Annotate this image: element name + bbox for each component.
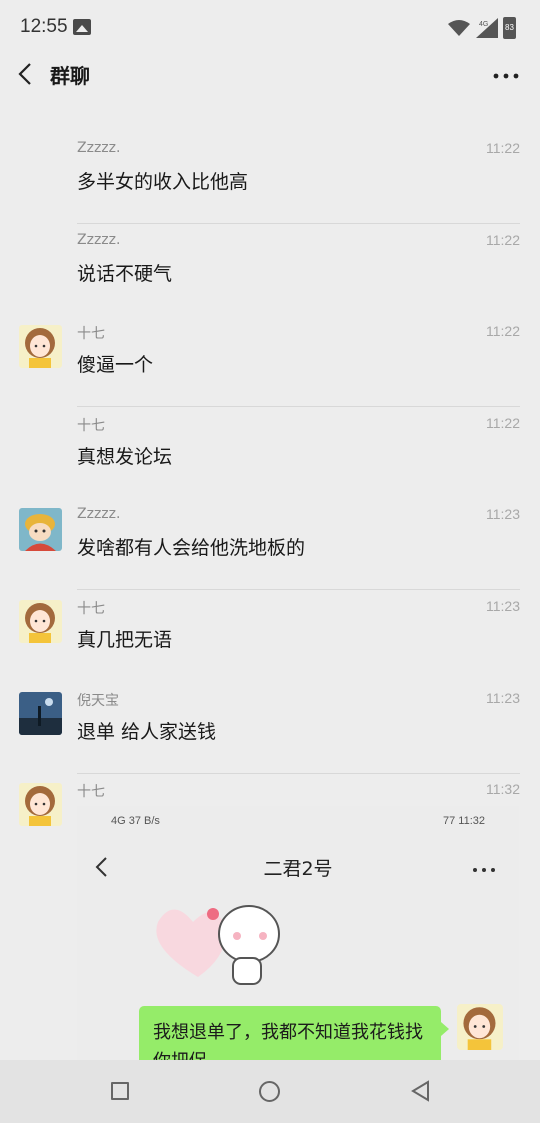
system-back-icon[interactable]	[410, 1080, 430, 1102]
avatar	[457, 1004, 503, 1050]
recent-apps-icon[interactable]	[111, 1082, 129, 1100]
screenshot-status-left: 4G 37 B/s	[111, 815, 160, 827]
message-text: 真几把无语	[77, 629, 173, 651]
message-item[interactable]: 倪天宝 11:23 退单 给人家送钱	[0, 682, 540, 774]
sender-name: 十七	[77, 784, 105, 800]
avatar[interactable]	[19, 600, 62, 643]
screenshot-status-bar: 4G 37 B/s 77 11:32	[77, 806, 519, 838]
message-time: 11:22	[486, 232, 520, 248]
message-time: 11:22	[486, 140, 520, 156]
back-icon[interactable]	[16, 60, 36, 88]
sender-name: Zzzzz.	[77, 232, 121, 248]
chat-title: 群聊	[50, 64, 90, 88]
message-text: 退单 给人家送钱	[77, 721, 217, 743]
home-icon[interactable]	[259, 1081, 280, 1102]
girl-avatar-icon	[457, 1004, 503, 1050]
avatar[interactable]	[19, 325, 62, 368]
message-item[interactable]: 十七 11:22 傻逼一个	[0, 315, 540, 407]
status-icons: 4G 83	[448, 16, 520, 40]
message-time: 11:23	[486, 598, 520, 614]
more-icon	[473, 868, 495, 872]
message-time: 11:23	[486, 506, 520, 522]
sender-name: Zzzzz.	[77, 506, 121, 522]
avatar[interactable]	[19, 692, 62, 735]
message-time: 11:22	[486, 323, 520, 339]
message-text: 说话不硬气	[77, 263, 173, 285]
wifi-icon	[448, 20, 470, 36]
status-bar: 12:55 4G 83	[0, 0, 540, 56]
girl-avatar-icon	[19, 600, 62, 643]
cellular-signal-icon: 4G	[476, 18, 498, 38]
message-time: 11:32	[486, 781, 520, 797]
girl-avatar-icon	[19, 783, 62, 826]
sender-name: 十七	[77, 601, 105, 617]
avatar[interactable]	[19, 783, 62, 826]
message-time: 11:22	[486, 415, 520, 431]
message-item[interactable]: 十七 11:22 真想发论坛	[0, 407, 540, 499]
battery-icon: 83	[503, 17, 516, 39]
screenshot-chat-title: 二君2号	[263, 858, 333, 880]
landscape-avatar-icon	[19, 692, 62, 735]
sender-name: Zzzzz.	[77, 140, 121, 156]
network-type-label: 4G	[479, 21, 488, 28]
message-item[interactable]: Zzzzz. 11:23 发啥都有人会给他洗地板的	[0, 498, 540, 590]
gallery-notification-icon	[73, 19, 91, 35]
avatar[interactable]	[19, 508, 62, 551]
heart-sticker-icon	[156, 905, 280, 985]
girl-avatar-icon	[19, 325, 62, 368]
message-text: 真想发论坛	[77, 446, 173, 468]
message-item[interactable]: 十七 11:23 真几把无语	[0, 590, 540, 682]
more-icon[interactable]	[492, 60, 520, 88]
message-list[interactable]: Zzzzz. 11:22 多半女的收入比他高 Zzzzz. 11:22 说话不硬…	[0, 92, 540, 1060]
sender-name: 十七	[77, 418, 105, 434]
screenshot-message-bubble: 我想退单了，我都不知道我花钱找你把促	[139, 1006, 449, 1060]
cartoon-avatar-icon	[19, 508, 62, 551]
message-item[interactable]: Zzzzz. 11:22 多半女的收入比他高	[0, 132, 540, 224]
message-text: 多半女的收入比他高	[77, 171, 249, 193]
message-text: 傻逼一个	[77, 354, 154, 376]
message-item[interactable]: Zzzzz. 11:22 说话不硬气	[0, 224, 540, 316]
system-navigation-bar	[0, 1060, 540, 1123]
message-time: 11:23	[486, 690, 520, 706]
shared-screenshot-image[interactable]: 4G 37 B/s 77 11:32 二君2号 我想退单了，我都不知道我花钱找你…	[77, 806, 519, 1060]
chat-header: 群聊	[0, 56, 540, 92]
sender-name: 倪天宝	[77, 693, 119, 709]
screenshot-status-right: 77 11:32	[442, 815, 485, 827]
sender-name: 十七	[77, 326, 105, 342]
status-time: 12:55	[20, 16, 68, 37]
message-text: 发啥都有人会给他洗地板的	[77, 537, 306, 559]
